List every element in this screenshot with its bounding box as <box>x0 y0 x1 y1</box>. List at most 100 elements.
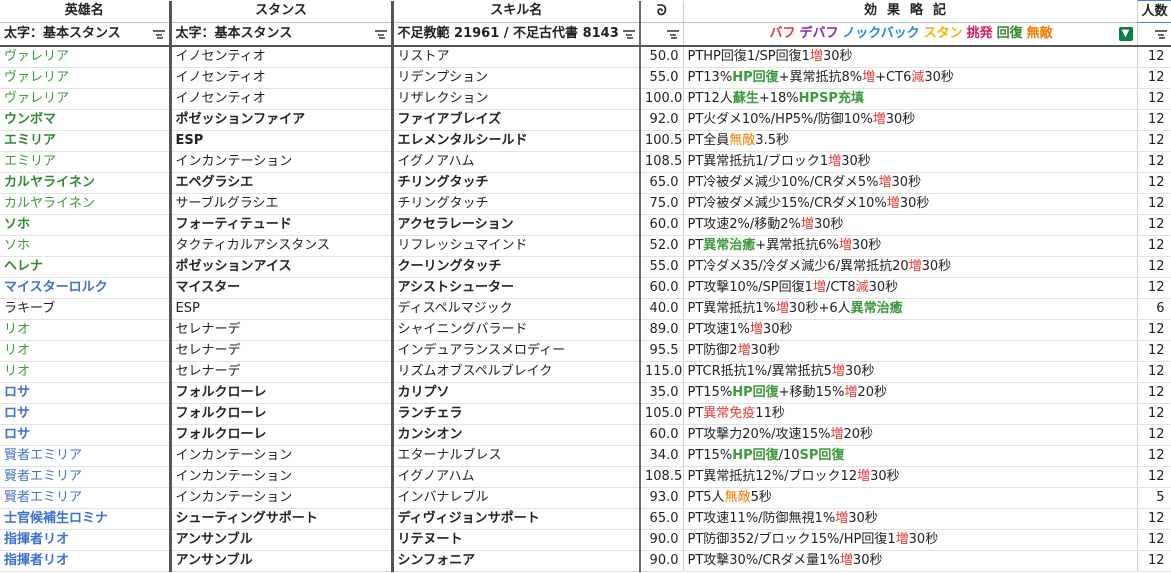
table-row[interactable]: カルヤライネン エペグラシエ チリングタッチ 65.0 PT冷被ダメ減少10%/CRダメ… <box>0 172 1171 194</box>
hero-cell[interactable]: 指揮者リオ <box>0 550 172 572</box>
value-cell[interactable]: 95.5 <box>640 340 684 362</box>
skill-cell[interactable]: ディヴィジョンサポート <box>392 508 641 530</box>
stance-cell[interactable]: サーブルグラシエ <box>170 193 394 215</box>
value-cell[interactable]: 60.0 <box>640 214 684 236</box>
stance-cell[interactable]: セレナーデ <box>170 361 394 383</box>
count-cell[interactable]: 12 <box>1137 550 1171 572</box>
stance-cell[interactable]: イノセンティオ <box>170 88 394 110</box>
count-cell[interactable]: 12 <box>1137 193 1171 215</box>
skill-cell[interactable]: アシストシューター <box>392 277 641 299</box>
hero-cell[interactable]: ラキーブ <box>0 298 172 320</box>
stance-cell[interactable]: セレナーデ <box>170 319 394 341</box>
skill-cell[interactable]: チリングタッチ <box>392 172 641 194</box>
table-row[interactable]: ラキーブ ESP ディスペルマジック 40.0 PT異常抵抗1%増30秒+6人異常治癒 6 <box>0 298 1171 320</box>
count-cell[interactable]: 12 <box>1137 130 1171 152</box>
stance-cell[interactable]: アンサンブル <box>170 550 394 572</box>
count-cell[interactable]: 12 <box>1137 508 1171 530</box>
table-row[interactable]: リオ セレナーデ シャイニングバラード 89.0 PT攻速1%増30秒 12 <box>0 319 1171 341</box>
table-row[interactable]: ソホ フォーティテュード アクセラレーション 60.0 PT攻速2%/移動2%増30秒 1… <box>0 214 1171 236</box>
effect-cell[interactable]: PTCR抵抗1%/異常抵抗5増30秒 <box>683 361 1138 383</box>
table-row[interactable]: ロサ フォルクローレ ランチェラ 105.0 PT異常免疫11秒 12 <box>0 403 1171 425</box>
effect-cell[interactable]: PT攻撃力20%/攻速15%増20秒 <box>683 424 1138 446</box>
effect-cell[interactable]: PT15%HP回復+移動15%増20秒 <box>683 382 1138 404</box>
table-row[interactable]: ロサ フォルクローレ カンシオン 60.0 PT攻撃力20%/攻速15%増20秒 12 <box>0 424 1171 446</box>
hero-cell[interactable]: ロサ <box>0 424 172 446</box>
table-row[interactable]: ヴァレリア イノセンティオ リザレクション 100.0 PT12人蘇生+18%HPSP充… <box>0 88 1171 110</box>
skill-cell[interactable]: エターナルブレス <box>392 445 641 467</box>
count-cell[interactable]: 12 <box>1137 403 1171 425</box>
hero-cell[interactable]: 士官候補生ロミナ <box>0 508 172 530</box>
stance-cell[interactable]: エペグラシエ <box>170 172 394 194</box>
stance-cell[interactable]: フォルクローレ <box>170 382 394 404</box>
skill-cell[interactable]: リズムオブスペルブレイク <box>392 361 641 383</box>
value-cell[interactable]: 90.0 <box>640 529 684 551</box>
value-cell[interactable]: 115.0 <box>640 361 684 383</box>
filter-icon[interactable] <box>374 29 387 39</box>
hero-cell[interactable]: ヘレナ <box>0 256 172 278</box>
table-row[interactable]: 士官候補生ロミナ シューティングサポート ディヴィジョンサポート 65.0 PT攻速11… <box>0 508 1171 530</box>
value-cell[interactable]: 65.0 <box>640 172 684 194</box>
table-row[interactable]: リオ セレナーデ リズムオブスペルブレイク 115.0 PTCR抵抗1%/異常抵抗5増3… <box>0 361 1171 383</box>
value-cell[interactable]: 90.0 <box>640 550 684 572</box>
value-cell[interactable]: 35.0 <box>640 382 684 404</box>
table-row[interactable]: カルヤライネン サーブルグラシエ チリングタッチ 75.0 PT冷被ダメ減少15%/CR… <box>0 193 1171 215</box>
stance-cell[interactable]: セレナーデ <box>170 340 394 362</box>
skill-cell[interactable]: イグノアハム <box>392 466 641 488</box>
table-row[interactable]: マイスターロルク マイスター アシストシューター 60.0 PT攻撃10%/SP回復1増… <box>0 277 1171 299</box>
skill-cell[interactable]: シンフォニア <box>392 550 641 572</box>
stance-cell[interactable]: インカンテーション <box>170 445 394 467</box>
count-cell[interactable]: 6 <box>1137 298 1171 320</box>
table-row[interactable]: エミリア インカンテーション イグノアハム 108.5 PT異常抵抗1/ブロック1増30… <box>0 151 1171 173</box>
value-cell[interactable]: 100.0 <box>640 88 684 110</box>
effect-cell[interactable]: PT全員無敵3.5秒 <box>683 130 1138 152</box>
header-sort[interactable]: ᘐ <box>640 0 684 23</box>
hero-cell[interactable]: カルヤライネン <box>0 193 172 215</box>
table-row[interactable]: ロサ フォルクローレ カリプソ 35.0 PT15%HP回復+移動15%増20秒 12 <box>0 382 1171 404</box>
hero-cell[interactable]: ウンボマ <box>0 109 172 131</box>
stance-cell[interactable]: インカンテーション <box>170 151 394 173</box>
effect-cell[interactable]: PT攻速1%増30秒 <box>683 319 1138 341</box>
effect-cell[interactable]: PT攻速2%/移動2%増30秒 <box>683 214 1138 236</box>
effect-cell[interactable]: PTHP回復1/SP回復1増30秒 <box>683 46 1138 68</box>
count-cell[interactable]: 12 <box>1137 382 1171 404</box>
skill-cell[interactable]: リストア <box>392 46 641 68</box>
value-cell[interactable]: 60.0 <box>640 424 684 446</box>
stance-cell[interactable]: インカンテーション <box>170 466 394 488</box>
stance-cell[interactable]: タクティカルアシスタンス <box>170 235 394 257</box>
skill-cell[interactable]: ファイアブレイズ <box>392 109 641 131</box>
value-cell[interactable]: 40.0 <box>640 298 684 320</box>
effect-cell[interactable]: PT攻撃10%/SP回復1増/CT8減30秒 <box>683 277 1138 299</box>
hero-cell[interactable]: リオ <box>0 319 172 341</box>
hero-cell[interactable]: ヴァレリア <box>0 46 172 68</box>
value-cell[interactable]: 89.0 <box>640 319 684 341</box>
skill-cell[interactable]: クーリングタッチ <box>392 256 641 278</box>
hero-cell[interactable]: ソホ <box>0 214 172 236</box>
filter-skill[interactable]: 不足教範 21961 / 不足古代書 8143 <box>392 22 641 47</box>
effect-cell[interactable]: PT冷被ダメ減少15%/CRダメ10%増30秒 <box>683 193 1138 215</box>
stance-cell[interactable]: フォルクローレ <box>170 403 394 425</box>
effect-cell[interactable]: PT異常抵抗1/ブロック1増30秒 <box>683 151 1138 173</box>
skill-cell[interactable]: インバナレブル <box>392 487 641 509</box>
value-cell[interactable]: 55.0 <box>640 67 684 89</box>
skill-cell[interactable]: エレメンタルシールド <box>392 130 641 152</box>
skill-cell[interactable]: ディスペルマジック <box>392 298 641 320</box>
count-cell[interactable]: 12 <box>1137 445 1171 467</box>
count-cell[interactable]: 12 <box>1137 109 1171 131</box>
value-cell[interactable]: 105.0 <box>640 403 684 425</box>
skill-cell[interactable]: リデンプション <box>392 67 641 89</box>
hero-cell[interactable]: ロサ <box>0 403 172 425</box>
count-cell[interactable]: 12 <box>1137 340 1171 362</box>
stance-cell[interactable]: ポゼッションアイス <box>170 256 394 278</box>
table-row[interactable]: 賢者エミリア インカンテーション エターナルブレス 34.0 PT15%HP回復/10S… <box>0 445 1171 467</box>
table-row[interactable]: 賢者エミリア インカンテーション イグノアハム 108.5 PT異常抵抗12%/ブロック… <box>0 466 1171 488</box>
hero-cell[interactable]: 賢者エミリア <box>0 445 172 467</box>
stance-cell[interactable]: シューティングサポート <box>170 508 394 530</box>
skill-cell[interactable]: リフレッシュマインド <box>392 235 641 257</box>
header-hero[interactable]: 英雄名 <box>0 0 172 23</box>
skill-cell[interactable]: アクセラレーション <box>392 214 641 236</box>
count-cell[interactable]: 12 <box>1137 277 1171 299</box>
count-cell[interactable]: 12 <box>1137 529 1171 551</box>
stance-cell[interactable]: アンサンブル <box>170 529 394 551</box>
table-row[interactable]: ソホ タクティカルアシスタンス リフレッシュマインド 52.0 PT異常治癒+異常抵抗6… <box>0 235 1171 257</box>
skill-cell[interactable]: カンシオン <box>392 424 641 446</box>
